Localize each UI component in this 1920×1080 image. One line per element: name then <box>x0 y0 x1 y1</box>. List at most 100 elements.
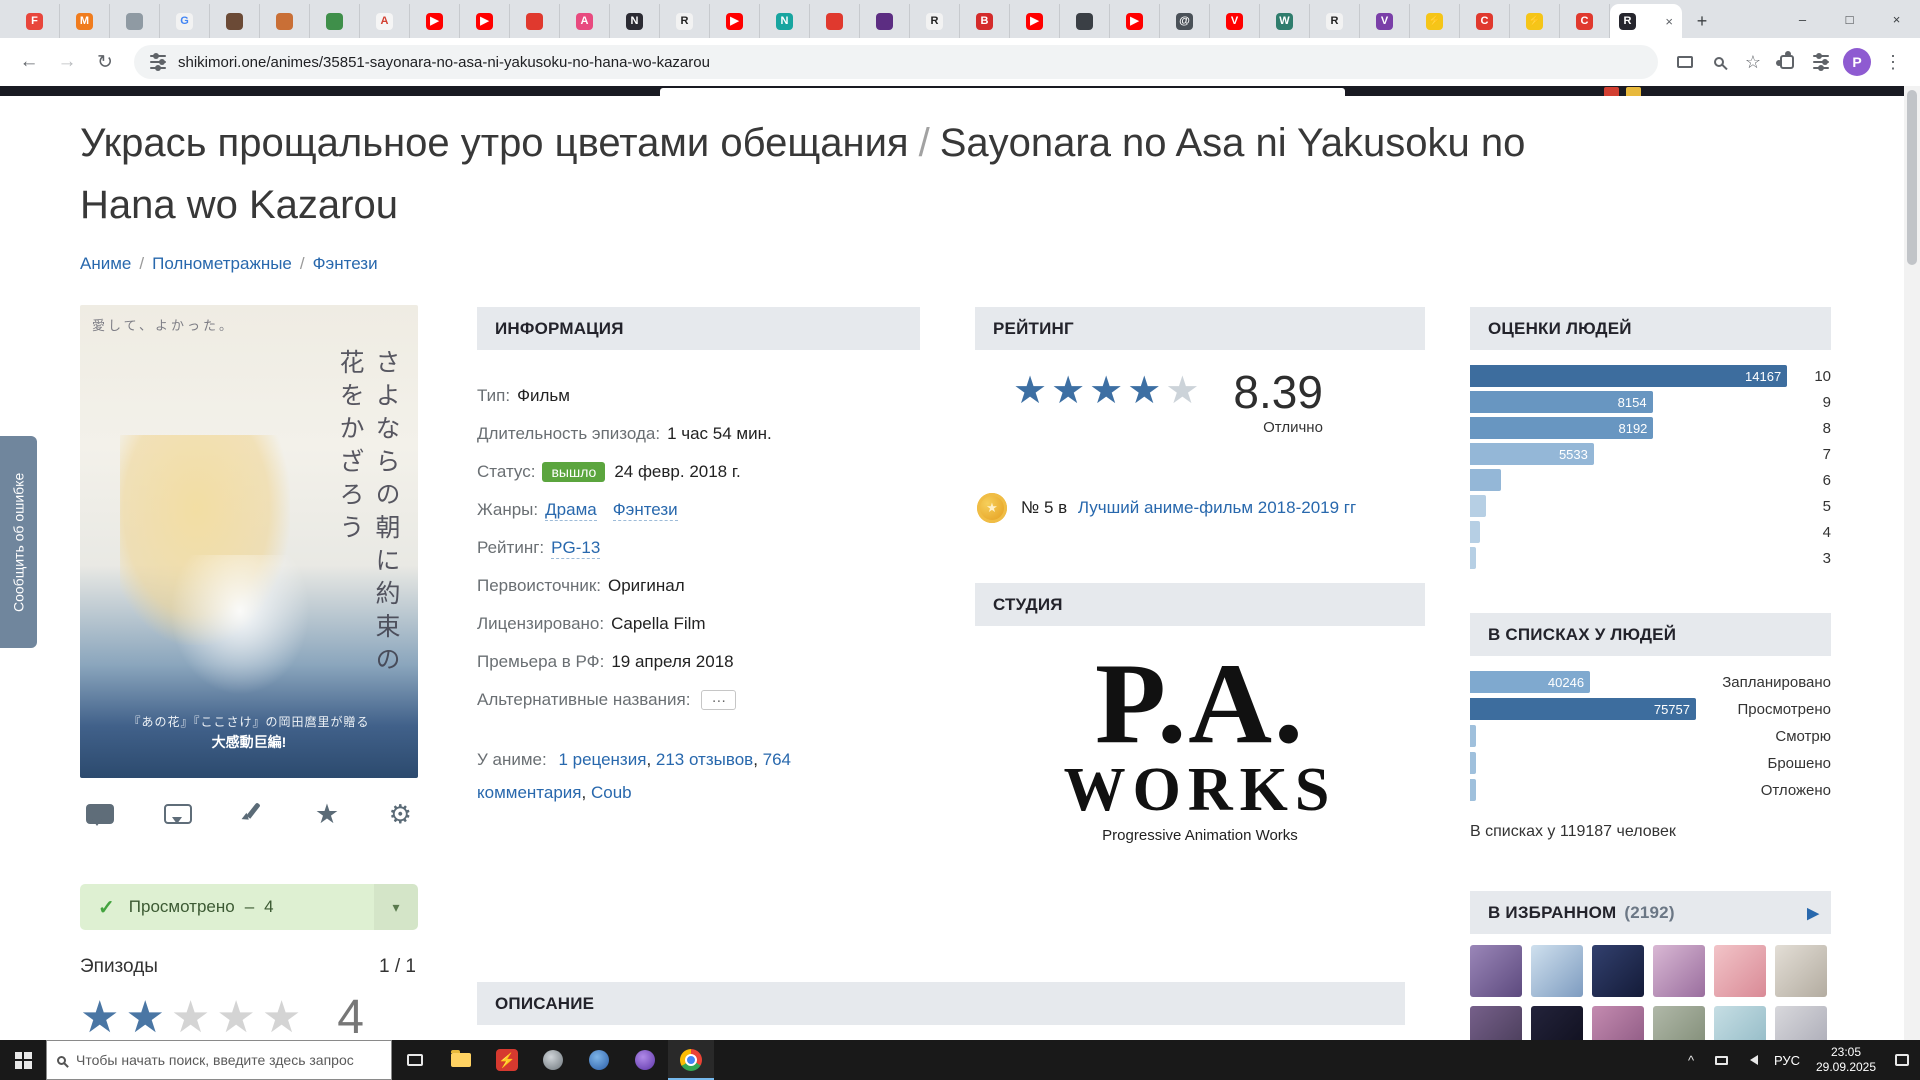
comments-icon[interactable] <box>86 804 114 824</box>
maximize-button[interactable]: □ <box>1826 0 1873 38</box>
favorite-user-avatar[interactable] <box>1653 1006 1705 1040</box>
discussion-icon[interactable] <box>164 804 192 824</box>
address-bar[interactable]: shikimori.one/animes/35851-sayonara-no-a… <box>134 45 1658 79</box>
favorite-user-avatar[interactable] <box>1714 1006 1766 1040</box>
alt-names-more-button[interactable]: … <box>701 690 736 710</box>
breadcrumb-link[interactable]: Аниме <box>80 254 131 273</box>
browser-tab[interactable]: F <box>10 4 60 38</box>
favorite-user-avatar[interactable] <box>1714 945 1766 997</box>
favorite-user-avatar[interactable] <box>1592 1006 1644 1040</box>
favorite-user-avatar[interactable] <box>1775 1006 1827 1040</box>
breadcrumb-link[interactable]: Фэнтези <box>313 254 378 273</box>
tune-icon[interactable] <box>1804 45 1838 79</box>
taskbar-app-bolt[interactable]: ⚡ <box>484 1040 530 1080</box>
browser-tab[interactable] <box>810 4 860 38</box>
favorite-user-avatar[interactable] <box>1592 945 1644 997</box>
favorite-user-avatar[interactable] <box>1531 1006 1583 1040</box>
browser-tab[interactable]: R <box>660 4 710 38</box>
browser-tab-active[interactable]: R× <box>1610 4 1682 38</box>
start-button[interactable] <box>0 1040 46 1080</box>
site-search-input[interactable] <box>660 88 1345 96</box>
close-button[interactable]: × <box>1873 0 1920 38</box>
site-header-red-icon[interactable] <box>1604 87 1619 96</box>
studio-logo[interactable]: P.A. WORKS Progressive Animation Works <box>975 651 1425 844</box>
browser-tab[interactable]: ⚡ <box>1410 4 1460 38</box>
browser-tab[interactable]: N <box>610 4 660 38</box>
review-pen-icon[interactable] <box>241 801 265 827</box>
info-link[interactable]: Драма <box>545 500 597 521</box>
browser-tab[interactable]: M <box>60 4 110 38</box>
install-icon[interactable] <box>1668 45 1702 79</box>
browser-tab[interactable]: @ <box>1160 4 1210 38</box>
scrollbar-thumb[interactable] <box>1907 90 1917 265</box>
browser-tab[interactable]: R <box>1310 4 1360 38</box>
volume-icon[interactable] <box>1736 1055 1766 1065</box>
award-link[interactable]: Лучший аниме-фильм 2018-2019 гг <box>1078 498 1356 517</box>
browser-tab[interactable] <box>510 4 560 38</box>
notification-center-icon[interactable] <box>1884 1054 1920 1066</box>
tray-caret-icon[interactable]: ^ <box>1676 1053 1706 1068</box>
favorite-star-icon[interactable]: ★ <box>315 801 339 828</box>
watch-dropdown-caret-icon[interactable]: ▾ <box>374 884 418 930</box>
menu-icon[interactable]: ⋮ <box>1876 45 1910 79</box>
reload-button[interactable]: ↻ <box>86 43 124 81</box>
browser-tab[interactable]: C <box>1560 4 1610 38</box>
info-link[interactable]: Фэнтези <box>613 500 678 521</box>
browser-tab[interactable]: N <box>760 4 810 38</box>
browser-tab[interactable]: V <box>1210 4 1260 38</box>
taskbar-search[interactable]: Чтобы начать поиск, введите здесь запрос <box>46 1040 392 1080</box>
bookmark-star-icon[interactable]: ☆ <box>1736 45 1770 79</box>
browser-tab[interactable] <box>310 4 360 38</box>
favorite-user-avatar[interactable] <box>1653 945 1705 997</box>
favorite-user-avatar[interactable] <box>1531 945 1583 997</box>
user-stars[interactable]: ★★★★★ <box>80 996 307 1040</box>
settings-gears-icon[interactable]: ⚙ <box>389 801 412 827</box>
taskbar-app-gray[interactable] <box>530 1040 576 1080</box>
browser-tab[interactable]: B <box>960 4 1010 38</box>
browser-tab[interactable]: C <box>1460 4 1510 38</box>
browser-tab[interactable] <box>210 4 260 38</box>
site-settings-icon[interactable] <box>150 55 166 69</box>
taskbar-app-purple[interactable] <box>622 1040 668 1080</box>
episodes-value[interactable]: 1 / 1 <box>379 956 416 978</box>
extensions-icon[interactable] <box>1770 45 1804 79</box>
favorite-user-avatar[interactable] <box>1775 945 1827 997</box>
scrollbar[interactable] <box>1904 86 1920 1040</box>
language-indicator[interactable]: РУС <box>1766 1053 1808 1068</box>
back-button[interactable]: ← <box>10 43 48 81</box>
user-rating-row[interactable]: ★★★★★ 4 <box>80 994 418 1040</box>
browser-tab[interactable]: A <box>560 4 610 38</box>
forward-button[interactable]: → <box>48 43 86 81</box>
minimize-button[interactable]: – <box>1779 0 1826 38</box>
zoom-icon[interactable] <box>1702 45 1736 79</box>
browser-tab[interactable] <box>1060 4 1110 38</box>
breadcrumb-link[interactable]: Полнометражные <box>152 254 292 273</box>
browser-tab[interactable]: ▶ <box>1010 4 1060 38</box>
favorite-user-avatar[interactable] <box>1470 1006 1522 1040</box>
site-header-yellow-icon[interactable] <box>1626 87 1641 96</box>
new-tab-button[interactable]: + <box>1688 7 1716 35</box>
tab-close-icon[interactable]: × <box>1665 14 1673 29</box>
browser-tab[interactable] <box>860 4 910 38</box>
task-view-button[interactable] <box>392 1040 438 1080</box>
taskbar-file-explorer[interactable] <box>438 1040 484 1080</box>
info-link[interactable]: PG-13 <box>551 538 600 559</box>
browser-tab[interactable]: W <box>1260 4 1310 38</box>
anime-poster[interactable]: 愛して、よかった。 さよならの朝に約束の花をかざろう 『あの花』『ここさけ』の岡… <box>80 305 418 778</box>
browser-tab[interactable]: A <box>360 4 410 38</box>
anime-stat-link[interactable]: 213 отзывов <box>656 750 753 769</box>
anime-stat-link[interactable]: Coub <box>591 783 632 802</box>
network-icon[interactable] <box>1706 1056 1736 1065</box>
anime-stat-link[interactable]: 1 рецензия <box>558 750 646 769</box>
report-error-tab[interactable]: Сообщить об ошибке <box>0 436 37 648</box>
browser-tab[interactable]: V <box>1360 4 1410 38</box>
browser-tab[interactable]: ⚡ <box>1510 4 1560 38</box>
profile-avatar[interactable]: P <box>1843 48 1871 76</box>
favorites-arrow-icon[interactable]: ▶ <box>1807 904 1819 922</box>
browser-tab[interactable] <box>110 4 160 38</box>
browser-tab[interactable]: ▶ <box>1110 4 1160 38</box>
browser-tab[interactable] <box>260 4 310 38</box>
browser-tab[interactable]: ▶ <box>710 4 760 38</box>
clock[interactable]: 23:05 29.09.2025 <box>1808 1045 1884 1075</box>
browser-tab[interactable]: ▶ <box>460 4 510 38</box>
